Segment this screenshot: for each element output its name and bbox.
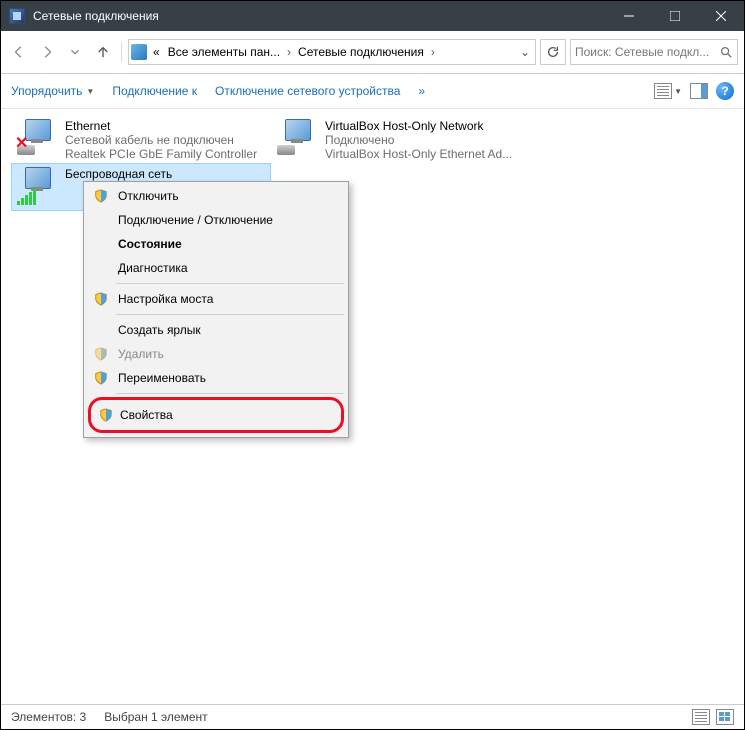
network-adapter-icon: [17, 167, 57, 203]
menu-item-bridge[interactable]: Настройка моста: [86, 287, 346, 311]
maximize-button[interactable]: [652, 1, 698, 31]
shield-icon: [94, 292, 108, 306]
network-adapter-icon: ✕: [17, 119, 57, 155]
menu-item-status[interactable]: Состояние: [86, 232, 346, 256]
shield-icon: [94, 347, 108, 361]
breadcrumb-item[interactable]: Сетевые подключения: [296, 45, 426, 59]
item-count: Элементов: 3: [11, 710, 86, 724]
window-title: Сетевые подключения: [33, 9, 606, 23]
selection-info: Выбран 1 элемент: [104, 710, 207, 724]
adapter-device: VirtualBox Host-Only Ethernet Ad...: [325, 147, 512, 161]
refresh-button[interactable]: [540, 39, 566, 65]
breadcrumb-item[interactable]: Все элементы пан...: [166, 45, 282, 59]
address-dropdown[interactable]: ⌄: [517, 45, 533, 59]
adapter-name: VirtualBox Host-Only Network: [325, 119, 512, 133]
recent-dropdown[interactable]: [63, 40, 87, 64]
up-button[interactable]: [91, 40, 115, 64]
help-button[interactable]: ?: [716, 82, 734, 100]
menu-item-delete: Удалить: [86, 342, 346, 366]
chevron-right-icon[interactable]: ›: [286, 45, 292, 59]
adapter-name: Ethernet: [65, 119, 257, 133]
titlebar[interactable]: Сетевые подключения: [1, 1, 744, 31]
view-icon: [654, 83, 672, 99]
large-icons-view-button[interactable]: [716, 709, 734, 725]
navigation-bar: « Все элементы пан... › Сетевые подключе…: [1, 31, 744, 74]
network-connections-window: Сетевые подключения « Все элементы пан..…: [0, 0, 745, 730]
shield-icon: [99, 408, 113, 422]
signal-bars-icon: [17, 189, 36, 205]
search-icon: [719, 45, 733, 59]
window-icon: [9, 8, 25, 24]
adapter-status: Подключено: [325, 133, 512, 147]
adapter-status: Сетевой кабель не подключен: [65, 133, 257, 147]
context-menu: Отключить Подключение / Отключение Состо…: [83, 181, 349, 438]
network-adapter-icon: [277, 119, 317, 155]
details-view-button[interactable]: [692, 709, 710, 725]
back-button[interactable]: [7, 40, 31, 64]
connect-to-button[interactable]: Подключение к: [112, 84, 197, 98]
control-panel-icon: [131, 44, 147, 60]
chevron-right-icon[interactable]: ›: [430, 45, 436, 59]
menu-separator: [116, 314, 344, 315]
command-bar: Упорядочить▼ Подключение к Отключение се…: [1, 74, 744, 109]
search-input[interactable]: Поиск: Сетевые подкл...: [570, 39, 738, 65]
view-options-button[interactable]: ▼: [654, 83, 682, 99]
menu-item-disconnect[interactable]: Отключить: [86, 184, 346, 208]
minimize-button[interactable]: [606, 1, 652, 31]
more-commands-button[interactable]: »: [418, 84, 425, 98]
breadcrumb-prefix: «: [151, 45, 162, 59]
preview-pane-button[interactable]: [690, 83, 708, 99]
shield-icon: [94, 371, 108, 385]
disconnected-icon: ✕: [15, 133, 28, 153]
disable-device-button[interactable]: Отключение сетевого устройства: [215, 84, 400, 98]
menu-separator: [116, 393, 344, 394]
menu-item-shortcut[interactable]: Создать ярлык: [86, 318, 346, 342]
menu-item-rename[interactable]: Переименовать: [86, 366, 346, 390]
content-area[interactable]: ✕ Ethernet Сетевой кабель не подключен R…: [1, 109, 744, 704]
shield-icon: [94, 189, 108, 203]
close-button[interactable]: [698, 1, 744, 31]
address-bar[interactable]: « Все элементы пан... › Сетевые подключе…: [128, 39, 536, 65]
status-bar: Элементов: 3 Выбран 1 элемент: [1, 704, 744, 729]
menu-item-properties[interactable]: Свойства: [88, 397, 344, 433]
adapter-ethernet[interactable]: ✕ Ethernet Сетевой кабель не подключен R…: [11, 115, 271, 163]
organize-button[interactable]: Упорядочить▼: [11, 84, 94, 98]
menu-item-connect-disconnect[interactable]: Подключение / Отключение: [86, 208, 346, 232]
adapter-device: Realtek PCIe GbE Family Controller: [65, 147, 257, 161]
menu-separator: [116, 283, 344, 284]
forward-button[interactable]: [35, 40, 59, 64]
menu-item-diagnostics[interactable]: Диагностика: [86, 256, 346, 280]
adapter-virtualbox[interactable]: VirtualBox Host-Only Network Подключено …: [271, 115, 531, 163]
search-placeholder: Поиск: Сетевые подкл...: [575, 45, 719, 59]
adapter-name: Беспроводная сеть: [65, 167, 172, 181]
